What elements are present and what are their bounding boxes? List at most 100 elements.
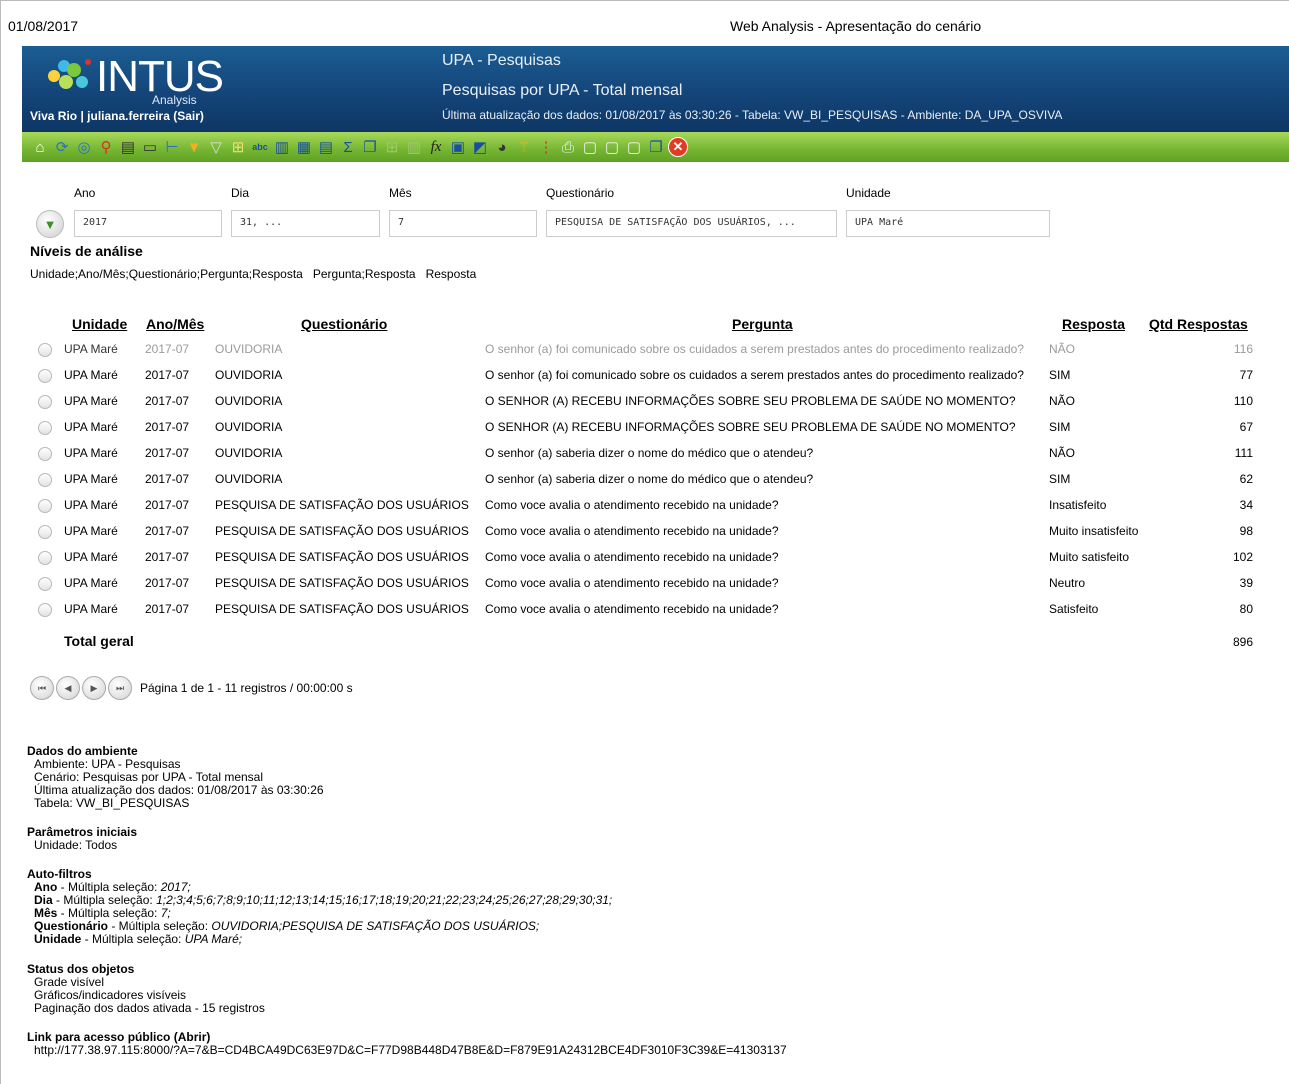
row-radio[interactable]: [38, 577, 52, 591]
grid-icon[interactable]: ▦: [294, 137, 314, 157]
cell-unidade: UPA Maré: [64, 368, 118, 382]
cell-anomes: 2017-07: [145, 394, 190, 408]
cell-anomes: 2017-07: [145, 576, 190, 590]
toolbar: ⌂ ⟳ ◎ ⚲ ▤ ▭ ⊢ ▼ ▽ ⊞ abc ▥ ▦ ▤ Σ ❐ ⊞ ▥ fx…: [22, 132, 1289, 162]
bar-chart-icon[interactable]: ▥: [404, 137, 424, 157]
filter-input-questionario[interactable]: PESQUISA DE SATISFAÇÃO DOS USUÁRIOS, ...: [546, 210, 837, 237]
row-radio[interactable]: [38, 473, 52, 487]
cell-qtd: 102: [1232, 550, 1253, 564]
next-page-button[interactable]: ▶: [82, 676, 106, 700]
formula-icon[interactable]: fx: [426, 137, 446, 157]
gauge-icon[interactable]: ◕: [492, 137, 512, 157]
row-radio[interactable]: [38, 499, 52, 513]
cell-qtd: 98: [1239, 524, 1253, 538]
zoom-icon[interactable]: ◎: [74, 137, 94, 157]
cell-qtd: 116: [1233, 342, 1253, 356]
cell-anomes: 2017-07: [145, 602, 190, 616]
row-radio[interactable]: [38, 421, 52, 435]
tree-icon[interactable]: ⚚: [514, 137, 534, 157]
home-icon[interactable]: ⌂: [30, 137, 50, 157]
table-row: UPA Maré 2017-07 OUVIDORIA O SENHOR (A) …: [0, 394, 1289, 420]
prev-page-button[interactable]: ◀: [56, 676, 80, 700]
column-header-qtd[interactable]: Qtd Respostas: [1149, 316, 1248, 332]
user-name: Viva Rio | juliana.ferreira: [30, 109, 170, 123]
cell-qtd: 67: [1239, 420, 1253, 434]
window-icon[interactable]: ❐: [360, 137, 380, 157]
filter-input-mes[interactable]: 7: [389, 210, 537, 237]
window-restore-icon[interactable]: ❐: [646, 137, 666, 157]
public-link-url[interactable]: http://177.38.97.115:8000/?A=7&B=CD4BCA4…: [27, 1044, 787, 1057]
row-radio[interactable]: [38, 551, 52, 565]
analysis-level-link[interactable]: Unidade;Ano/Mês;Questionário;Pergunta;Re…: [30, 267, 303, 281]
row-radio[interactable]: [38, 343, 52, 357]
user-info: Viva Rio | juliana.ferreira (Sair): [30, 109, 204, 123]
row-radio[interactable]: [38, 395, 52, 409]
cell-resposta: SIM: [1049, 472, 1071, 486]
filter-label-ano: Ano: [74, 186, 96, 200]
spellcheck-icon[interactable]: abc: [250, 137, 270, 157]
chart-edit-icon[interactable]: ▤: [118, 137, 138, 157]
pivot-icon[interactable]: ⊞: [228, 137, 248, 157]
logout-link[interactable]: (Sair): [173, 109, 204, 123]
auto-filter-field: Questionário: [34, 919, 109, 933]
row-radio[interactable]: [38, 603, 52, 617]
refresh-icon[interactable]: ⟳: [52, 137, 72, 157]
filter-clear-icon[interactable]: ▽: [206, 137, 226, 157]
filter-input-unidade[interactable]: UPA Maré: [846, 210, 1050, 237]
column-header-pergunta[interactable]: Pergunta: [732, 316, 793, 332]
column-header-questionario[interactable]: Questionário: [301, 316, 387, 332]
line-chart-icon[interactable]: ◩: [470, 137, 490, 157]
row-radio[interactable]: [38, 525, 52, 539]
pin-icon[interactable]: ⚲: [96, 137, 116, 157]
row-radio[interactable]: [38, 447, 52, 461]
cell-qtd: 111: [1234, 446, 1253, 460]
info-line: Paginação dos dados ativada - 15 registr…: [34, 1001, 265, 1015]
export-excel-icon[interactable]: ▢: [580, 137, 600, 157]
cell-questionario: OUVIDORIA: [215, 394, 283, 408]
cell-questionario: OUVIDORIA: [215, 446, 283, 460]
cell-resposta: Insatisfeito: [1049, 498, 1107, 512]
cell-unidade: UPA Maré: [64, 550, 118, 564]
close-icon[interactable]: ✕: [668, 137, 688, 157]
row-radio[interactable]: [38, 369, 52, 383]
indicator-icon[interactable]: ⋮: [536, 137, 556, 157]
analysis-level-link[interactable]: Pergunta;Resposta: [313, 267, 416, 281]
analysis-level-link[interactable]: Resposta: [426, 267, 477, 281]
column-header-anomes[interactable]: Ano/Mês: [146, 316, 204, 332]
auto-filter-mode: - Múltipla seleção:: [108, 919, 212, 933]
last-page-button[interactable]: ⏭: [108, 676, 132, 700]
table-row: UPA Maré 2017-07 PESQUISA DE SATISFAÇÃO …: [0, 550, 1289, 576]
table-row: UPA Maré 2017-07 OUVIDORIA O senhor (a) …: [0, 342, 1289, 368]
table-icon[interactable]: ▤: [316, 137, 336, 157]
print-icon[interactable]: ⎙: [558, 137, 578, 157]
total-label: Total geral: [64, 633, 134, 649]
cell-qtd: 80: [1239, 602, 1253, 616]
column-header-resposta[interactable]: Resposta: [1062, 316, 1125, 332]
pagination-status: Página 1 de 1 - 11 registros / 00:00:00 …: [140, 681, 353, 695]
export-pdf-icon[interactable]: ▢: [624, 137, 644, 157]
cell-pergunta: O senhor (a) foi comunicado sobre os cui…: [485, 342, 1024, 356]
table-row: UPA Maré 2017-07 PESQUISA DE SATISFAÇÃO …: [0, 498, 1289, 524]
column-header-unidade[interactable]: Unidade: [72, 316, 127, 332]
apply-filter-button[interactable]: ▼: [36, 210, 64, 238]
filter-input-ano[interactable]: 2017: [74, 210, 222, 237]
pagination: ⏮ ◀ ▶ ⏭ Página 1 de 1 - 11 registros / 0…: [30, 676, 353, 700]
cell-questionario: PESQUISA DE SATISFAÇÃO DOS USUÁRIOS: [215, 524, 469, 538]
cell-questionario: PESQUISA DE SATISFAÇÃO DOS USUÁRIOS: [215, 550, 469, 564]
table-row: UPA Maré 2017-07 PESQUISA DE SATISFAÇÃO …: [0, 524, 1289, 550]
cell-questionario: PESQUISA DE SATISFAÇÃO DOS USUÁRIOS: [215, 498, 469, 512]
export-word-icon[interactable]: ▢: [602, 137, 622, 157]
presentation-icon[interactable]: ▭: [140, 137, 160, 157]
auto-filter-value: UPA Maré;: [184, 932, 243, 946]
blank-grid-icon[interactable]: ⊞: [382, 137, 402, 157]
cell-questionario: OUVIDORIA: [215, 342, 283, 356]
columns-icon[interactable]: ▥: [272, 137, 292, 157]
filter-input-dia[interactable]: 31, ...: [231, 210, 380, 237]
first-page-button[interactable]: ⏮: [30, 676, 54, 700]
dashboard-icon[interactable]: ▣: [448, 137, 468, 157]
hierarchy-icon[interactable]: ⊢: [162, 137, 182, 157]
cell-resposta: Satisfeito: [1049, 602, 1099, 616]
cell-anomes: 2017-07: [145, 342, 190, 356]
filter-icon[interactable]: ▼: [184, 137, 204, 157]
sum-icon[interactable]: Σ: [338, 137, 358, 157]
